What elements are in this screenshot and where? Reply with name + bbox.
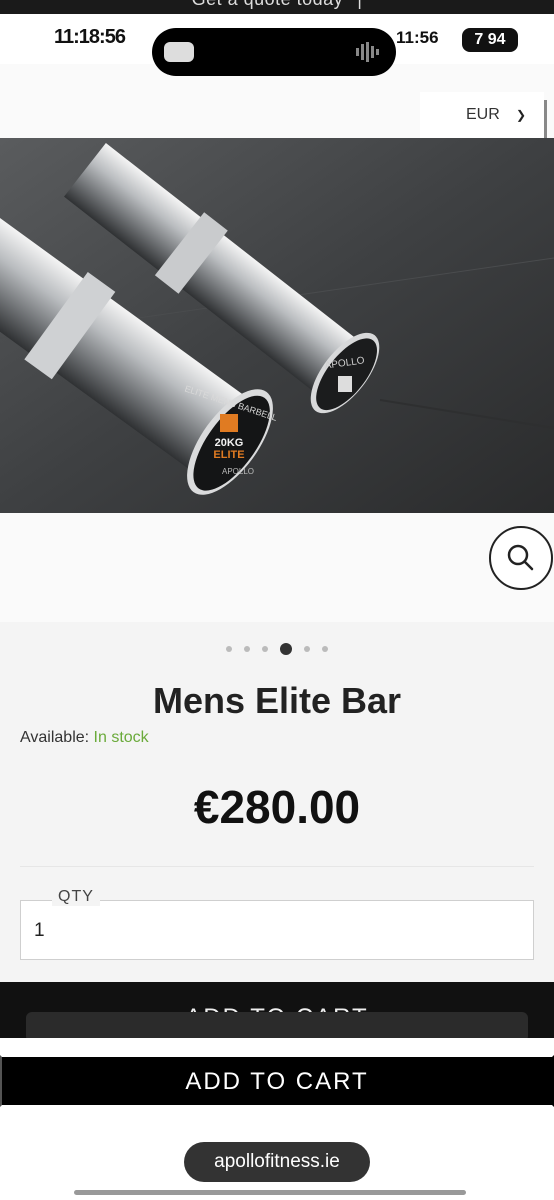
spacer — [0, 1038, 554, 1056]
status-right-text: 11:56 — [396, 28, 439, 47]
home-indicator[interactable] — [74, 1190, 466, 1195]
zoom-button[interactable] — [489, 526, 553, 590]
currency-selector[interactable]: EUR ❯ — [420, 92, 544, 138]
quantity-label: QTY — [52, 888, 100, 906]
bar-cap-weight: 20KG — [215, 437, 244, 449]
quantity-value: 1 — [34, 920, 45, 941]
promo-text: Get a quote today — [192, 0, 344, 9]
quantity-input[interactable] — [20, 900, 534, 960]
promo-separator: | — [357, 0, 362, 9]
status-time: 11:18:56 — [54, 26, 126, 48]
availability-value: In stock — [93, 729, 149, 746]
apollo-logo-icon — [220, 414, 238, 432]
dynamic-island — [152, 28, 396, 76]
availability-label: Available: — [20, 729, 90, 746]
currency-value: EUR — [466, 106, 500, 123]
product-price: €280.00 — [193, 781, 361, 833]
add-to-cart-button-partial[interactable]: ADD TO CART — [0, 982, 554, 1038]
add-to-cart-button[interactable]: ADD TO CART — [0, 1055, 554, 1107]
battery-indicator: 7 94 — [462, 28, 518, 52]
gallery-dot[interactable] — [304, 645, 310, 652]
audio-wave-icon — [356, 42, 382, 62]
magnifier-icon — [507, 544, 534, 571]
scroll-edge — [544, 100, 547, 140]
barbell-photo: ELITE MENS BARBELL 20KG ELITE APOLLO APO… — [0, 138, 554, 513]
gallery-dot[interactable] — [322, 645, 328, 652]
gallery-dot[interactable] — [244, 645, 250, 652]
apollo-logo-small-icon — [338, 376, 352, 392]
chevron-down-icon: ❯ — [516, 108, 527, 122]
availability: Available: In stock — [20, 729, 149, 747]
bar-cap-grade: ELITE — [213, 449, 244, 461]
gallery-pagination — [0, 640, 554, 655]
promo-banner[interactable]: Get a quote today | — [0, 0, 554, 14]
gallery-dot[interactable] — [226, 645, 232, 652]
address-bar[interactable]: apollofitness.ie — [184, 1142, 370, 1182]
gallery-dot-active[interactable] — [280, 642, 292, 655]
overlay-toast — [26, 1012, 528, 1038]
status-bar: 11:18:56 11:56 7 94 — [0, 14, 554, 76]
gallery-dot[interactable] — [262, 645, 268, 652]
product-image[interactable]: ELITE MENS BARBELL 20KG ELITE APOLLO APO… — [0, 138, 554, 513]
divider — [20, 866, 534, 867]
bar-cap-brand: APOLLO — [222, 467, 254, 476]
live-activity-icon — [164, 42, 194, 62]
product-title: Mens Elite Bar — [152, 680, 402, 721]
